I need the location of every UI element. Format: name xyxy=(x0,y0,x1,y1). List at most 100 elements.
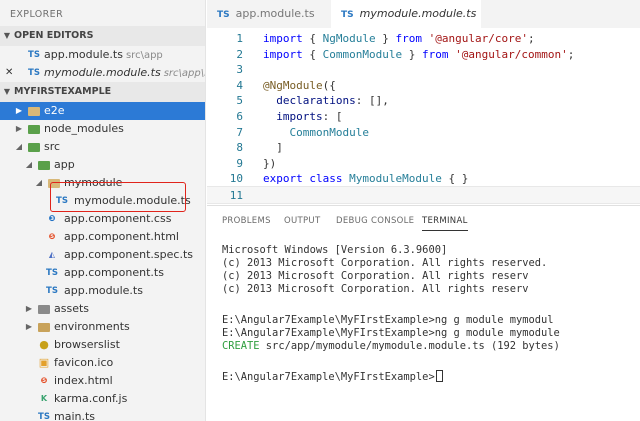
html-file-icon: ❺ xyxy=(48,232,56,241)
explorer-title: EXPLORER xyxy=(10,9,64,20)
tree-item-label: karma.conf.js xyxy=(54,392,128,405)
code-token: } xyxy=(375,32,396,45)
tree-item-label: src xyxy=(44,140,61,153)
tree-item-app-component-html[interactable]: ❺ app.component.html xyxy=(0,228,205,246)
terminal-line: Microsoft Windows [Version 6.3.9600] xyxy=(222,244,448,256)
tree-item-label: app.module.ts xyxy=(64,284,143,297)
tree-item-app-component-ts[interactable]: TS app.component.ts xyxy=(0,264,205,282)
tree-item-app-component-spec[interactable]: ◭ app.component.spec.ts xyxy=(0,246,205,264)
terminal-line: (c) 2013 Microsoft Corporation. All righ… xyxy=(222,270,529,282)
code-line[interactable]: 11 xyxy=(207,186,640,204)
code-token: from xyxy=(421,47,449,61)
open-editor-label: mymodule.module.ts xyxy=(44,66,161,79)
editor-tabs: TS app.module.ts TS mymodule.module.ts xyxy=(207,0,640,28)
terminal-line: (c) 2013 Microsoft Corporation. All righ… xyxy=(222,283,529,295)
tree-item-label: environments xyxy=(54,320,130,333)
tree-item-label: app.component.css xyxy=(64,212,172,225)
tree-item-app-component-css[interactable]: ❸ app.component.css xyxy=(0,210,205,228)
chevron-down-icon: ◢ xyxy=(15,142,23,151)
explorer-sidebar: EXPLORER ▼ OPEN EDITORS TS app.module.ts s… xyxy=(0,0,206,421)
terminal-cursor xyxy=(435,370,443,382)
tree-item-karma-conf[interactable]: K karma.conf.js xyxy=(0,390,205,408)
open-editor-path: src\app\my... xyxy=(163,68,205,79)
tree-item-favicon[interactable]: ▣ favicon.ico xyxy=(0,354,205,372)
typescript-file-icon: TS xyxy=(46,286,58,296)
terminal-line: (c) 2013 Microsoft Corporation. All righ… xyxy=(222,257,548,269)
terminal-prompt[interactable]: E:\Angular7Example\MyFIrstExample> xyxy=(222,370,443,383)
folder-icon xyxy=(38,323,50,332)
typescript-file-icon: TS xyxy=(341,10,354,20)
tree-item-label: assets xyxy=(54,302,90,315)
typescript-file-icon: TS xyxy=(217,10,230,20)
open-editor-item-app-module[interactable]: TS app.module.ts src\app xyxy=(0,46,205,64)
code-token: CommonModule xyxy=(322,47,403,61)
tab-mymodule-module[interactable]: TS mymodule.module.ts xyxy=(331,0,481,28)
chevron-right-icon: ▶ xyxy=(15,124,23,133)
code-token: ({ xyxy=(322,78,336,92)
tree-item-index-html[interactable]: ❺ index.html xyxy=(0,372,205,390)
chevron-down-icon: ▼ xyxy=(3,87,11,96)
test-file-icon: ◭ xyxy=(48,250,56,259)
typescript-file-icon: TS xyxy=(28,50,40,60)
tree-item-browserslist[interactable]: ● browserslist xyxy=(0,336,205,354)
code-token: import xyxy=(263,47,303,61)
bottom-panel: PROBLEMS OUTPUT DEBUG CONSOLE TERMINAL M… xyxy=(207,205,640,421)
panel-tab-terminal[interactable]: TERMINAL xyxy=(422,216,468,231)
code-token: ; xyxy=(527,32,535,45)
code-token: import xyxy=(263,32,303,45)
tree-item-app-module-ts[interactable]: TS app.module.ts xyxy=(0,282,205,300)
terminal-line: E:\Angular7Example\MyFIrstExample>ng g m… xyxy=(222,327,560,339)
src-folder-icon xyxy=(28,143,40,152)
code-token: from xyxy=(395,32,422,45)
code-token: '@angular/core' xyxy=(428,32,528,45)
code-token: imports xyxy=(276,110,323,123)
panel-tab-debug-console[interactable]: DEBUG CONSOLE xyxy=(336,216,414,226)
css-file-icon: ❸ xyxy=(48,214,56,223)
tab-app-module[interactable]: TS app.module.ts xyxy=(207,0,331,28)
tree-item-src[interactable]: ◢ src xyxy=(0,138,205,156)
code-token: @NgModule xyxy=(263,78,323,92)
code-token: NgModule xyxy=(322,32,376,45)
html-file-icon: ❺ xyxy=(40,376,48,385)
tree-item-label: node_modules xyxy=(44,122,124,135)
close-icon[interactable]: ✕ xyxy=(5,64,13,82)
folder-icon xyxy=(28,107,40,116)
tab-label: mymodule.module.ts xyxy=(359,7,477,20)
tree-item-label: app.component.html xyxy=(64,230,179,243)
browserslist-icon: ● xyxy=(39,338,49,351)
tree-item-assets[interactable]: ▶ assets xyxy=(0,300,205,318)
chevron-down-icon: ◢ xyxy=(35,178,43,187)
chevron-right-icon: ▶ xyxy=(15,106,23,115)
tree-item-label: main.ts xyxy=(54,410,96,421)
tree-item-label: app xyxy=(54,158,75,171)
tree-item-label: browserslist xyxy=(54,338,120,351)
open-editor-item-mymodule[interactable]: ✕ TS mymodule.module.tssrc\app\my... xyxy=(0,64,205,82)
chevron-down-icon: ▼ xyxy=(3,31,11,40)
code-token: class xyxy=(309,172,343,186)
open-editors-header[interactable]: ▼ OPEN EDITORS xyxy=(0,26,205,46)
tree-item-e2e[interactable]: ▶ e2e xyxy=(0,102,205,120)
tree-item-app[interactable]: ◢ app xyxy=(0,156,205,174)
code-token: '@angular/common' xyxy=(455,47,568,61)
panel-tab-problems[interactable]: PROBLEMS xyxy=(222,216,271,226)
open-editor-label: app.module.ts xyxy=(44,48,123,61)
tree-item-label: favicon.ico xyxy=(54,356,114,369)
tree-item-label: index.html xyxy=(54,374,113,387)
tree-item-environments[interactable]: ▶ environments xyxy=(0,318,205,336)
code-token: : [ xyxy=(322,110,343,123)
karma-file-icon: K xyxy=(40,394,48,403)
project-header[interactable]: ▼ MYFIRSTEXAMPLE xyxy=(0,82,205,102)
assets-folder-icon xyxy=(38,305,50,314)
code-editor[interactable]: 1 import { NgModule } from '@angular/core… xyxy=(207,28,640,204)
code-token: CommonModule xyxy=(289,125,369,139)
tree-item-label: app.component.spec.ts xyxy=(64,248,193,261)
panel-tab-output[interactable]: OUTPUT xyxy=(284,216,320,226)
code-token: ; xyxy=(567,47,575,61)
tree-item-node-modules[interactable]: ▶ node_modules xyxy=(0,120,205,138)
highlight-annotation-box xyxy=(50,182,186,212)
image-file-icon: ▣ xyxy=(38,356,50,369)
tree-item-main-ts[interactable]: TS main.ts xyxy=(0,408,205,421)
